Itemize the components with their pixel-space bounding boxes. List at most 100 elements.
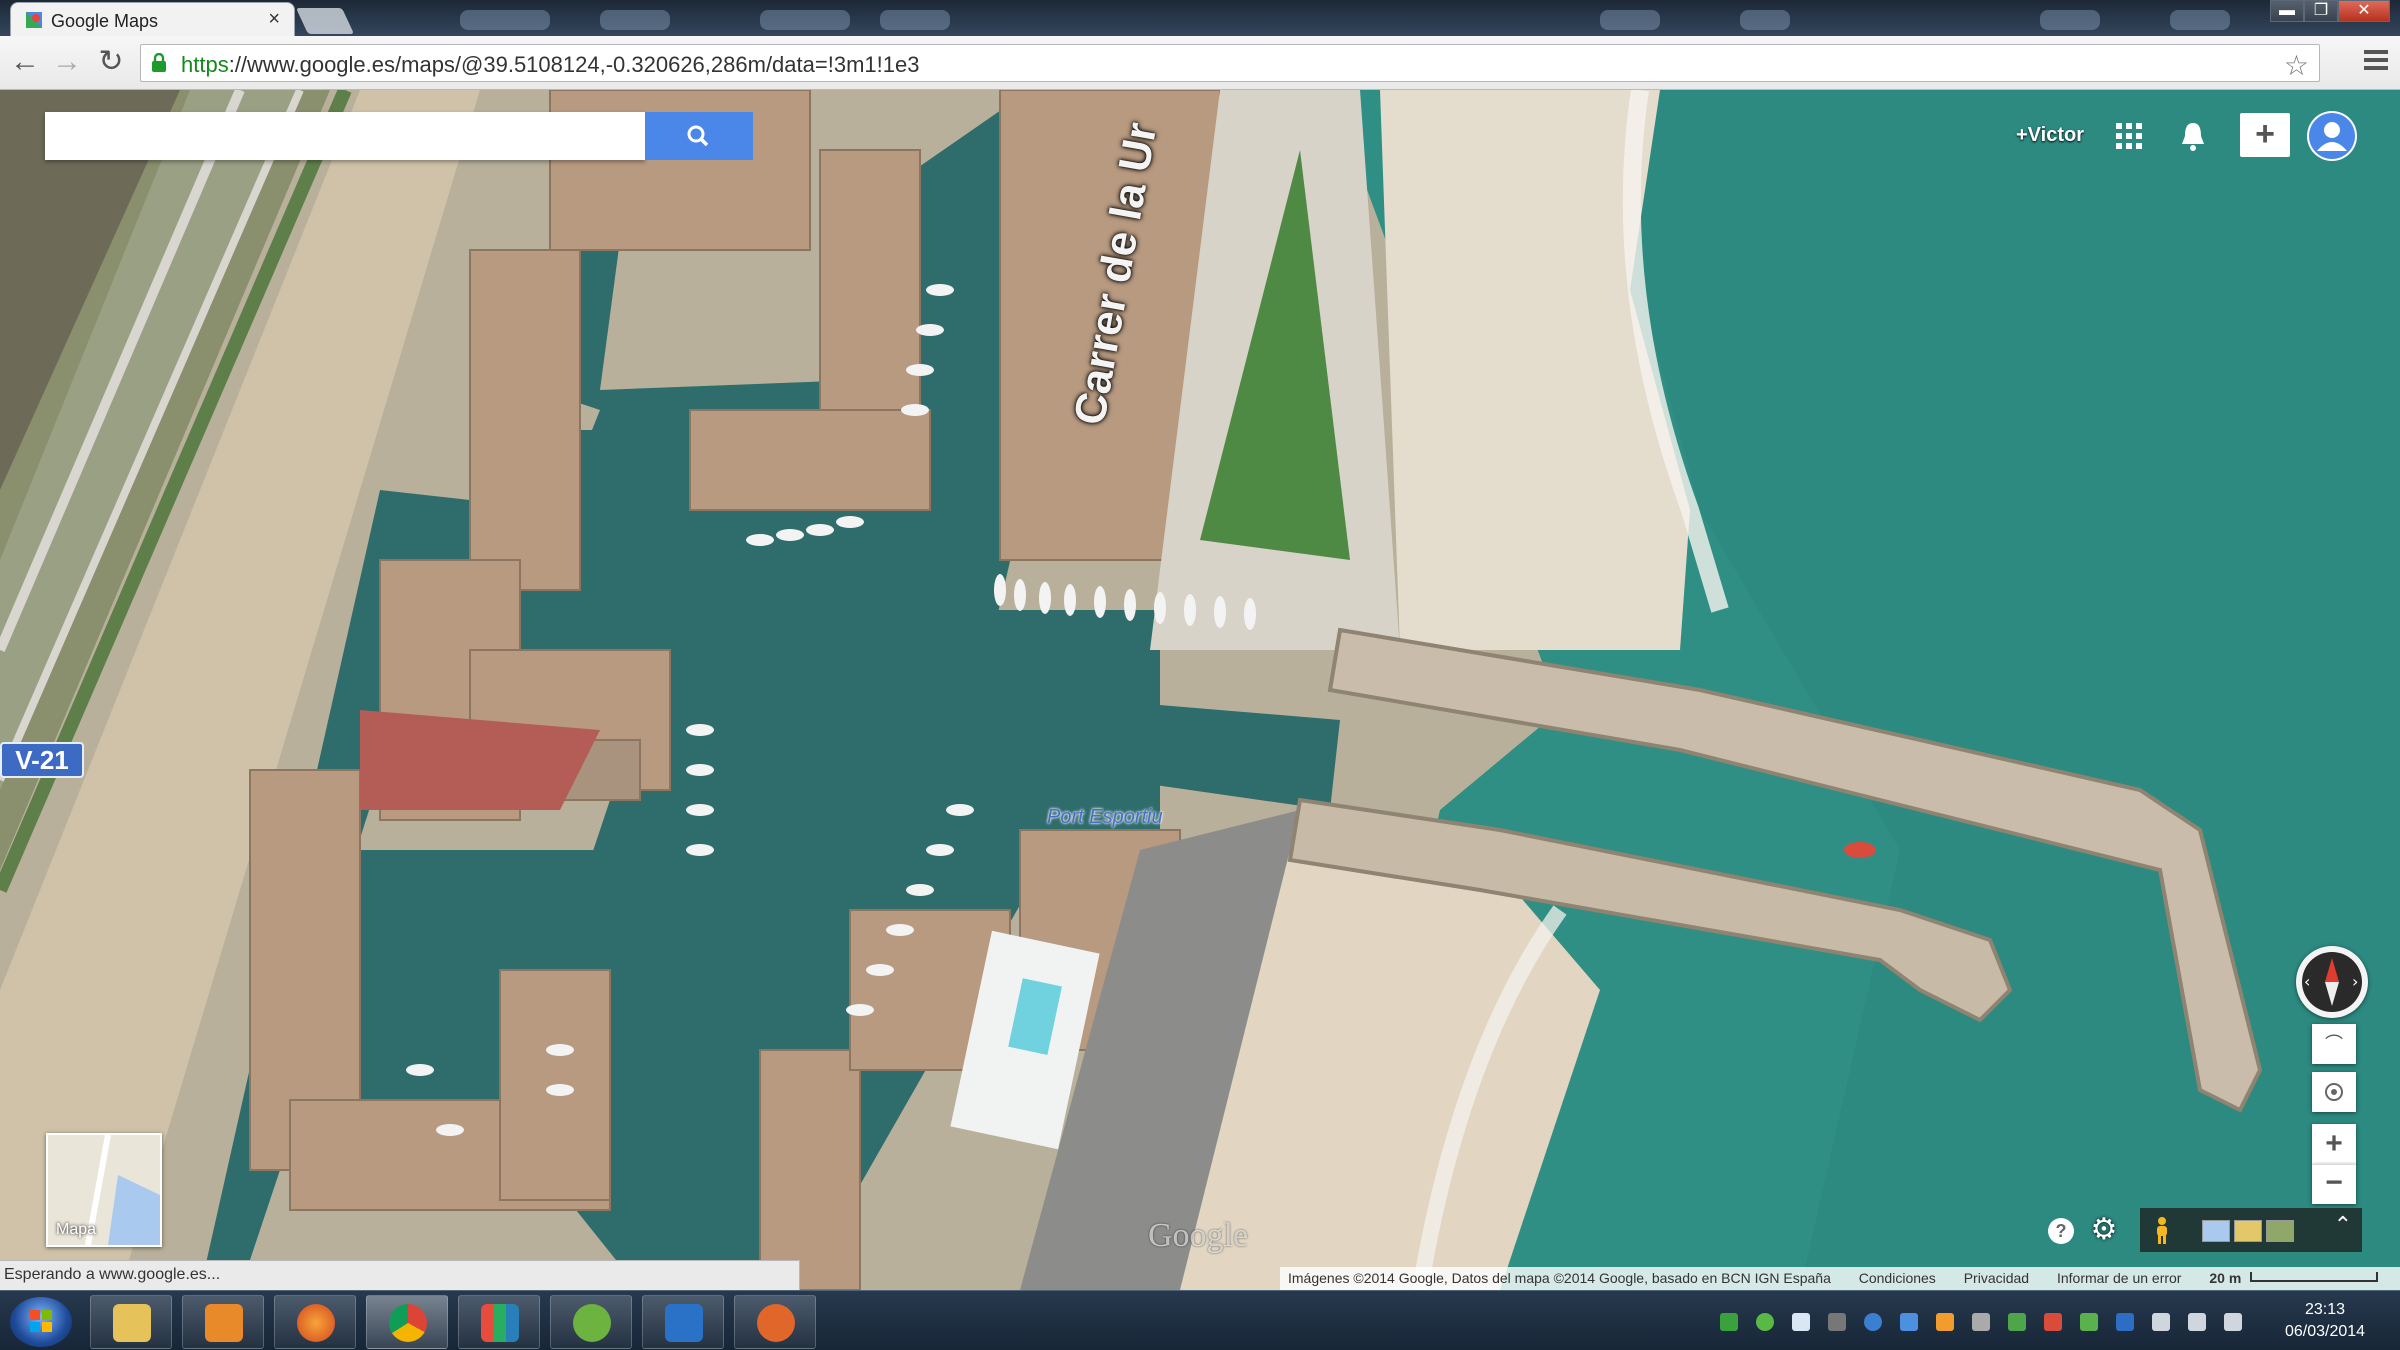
privacy-link[interactable]: Privacidad: [1964, 1270, 2029, 1286]
report-error-link[interactable]: Informar de un error: [2057, 1270, 2182, 1286]
taskbar-file-explorer[interactable]: [90, 1295, 172, 1349]
satellite-map[interactable]: +Victor + Carrer de la Ur Port Esportiu …: [0, 90, 2400, 1290]
background-tab[interactable]: [1740, 10, 1790, 30]
help-icon[interactable]: ?: [2048, 1218, 2074, 1244]
background-tab[interactable]: [460, 10, 550, 30]
forward-button[interactable]: →: [50, 46, 84, 80]
clock-date: 06/03/2014: [2284, 1323, 2366, 1340]
volume-icon[interactable]: [2188, 1313, 2206, 1331]
tray-app-icon[interactable]: [1792, 1313, 1810, 1331]
bookmark-star-icon[interactable]: ☆: [2284, 49, 2309, 82]
layer-switcher[interactable]: ⌃: [2140, 1208, 2362, 1252]
chrome-icon: [389, 1304, 427, 1342]
url-path: ://www.google.es/maps/@39.5108124,-0.320…: [228, 52, 920, 77]
taskbar-hand-app[interactable]: [734, 1295, 816, 1349]
avatar[interactable]: [2307, 111, 2357, 161]
map-attribution-bar: Imágenes ©2014 Google, Datos del mapa ©2…: [1280, 1267, 2400, 1290]
background-tab[interactable]: [760, 10, 850, 30]
zoom-in-button[interactable]: +: [2312, 1124, 2356, 1164]
search-input[interactable]: [45, 112, 645, 160]
compass-control[interactable]: ‹ ›: [2296, 946, 2368, 1018]
tab-google-maps[interactable]: Google Maps ×: [10, 2, 295, 36]
user-avatar-icon: [2309, 113, 2355, 159]
hand-app-icon: [757, 1304, 795, 1342]
taskbar-chrome[interactable]: [366, 1295, 448, 1349]
google-logo: Google: [1148, 1217, 1249, 1254]
expand-layers-icon[interactable]: ⌃: [2334, 1212, 2352, 1238]
account-name-link[interactable]: +Victor: [2016, 124, 2084, 147]
clock-time: 23:13: [2304, 1301, 2346, 1318]
new-tab-button[interactable]: [295, 8, 355, 34]
folder-icon: [113, 1304, 151, 1342]
firefox-icon: [297, 1304, 335, 1342]
lock-icon: [152, 53, 166, 72]
layer-thumb-earth[interactable]: [2266, 1220, 2294, 1242]
background-tab[interactable]: [600, 10, 670, 30]
taskbar-metro-apps[interactable]: [458, 1295, 540, 1349]
apps-grid-icon[interactable]: [2116, 123, 2142, 149]
port-label[interactable]: Port Esportiu: [1047, 806, 1163, 829]
system-tray: [1710, 1297, 2250, 1345]
minimap-label: Mapa: [56, 1221, 97, 1238]
close-window-button[interactable]: ✕: [2338, 0, 2390, 22]
status-bubble: Esperando a www.google.es...: [0, 1260, 800, 1290]
utorrent-icon: [573, 1304, 611, 1342]
tray-network-icon[interactable]: [1720, 1313, 1738, 1331]
tray-device-icon[interactable]: [1828, 1313, 1846, 1331]
tray-security-icon[interactable]: [1936, 1313, 1954, 1331]
search-box[interactable]: [45, 112, 645, 160]
maximize-button[interactable]: ❐: [2304, 0, 2338, 22]
window-controls: ▬ ❐ ✕: [2270, 0, 2390, 24]
notifications-bell-icon[interactable]: [2178, 120, 2208, 152]
browser-menu-icon[interactable]: [2364, 50, 2388, 74]
url-text: https://www.google.es/maps/@39.5108124,-…: [181, 52, 919, 78]
gear-icon[interactable]: ⚙: [2088, 1214, 2120, 1246]
taskbar-firefox[interactable]: [274, 1295, 356, 1349]
start-button[interactable]: [10, 1297, 72, 1347]
tray-wifi-icon[interactable]: [2152, 1313, 2170, 1331]
my-location-button[interactable]: [2312, 1072, 2356, 1112]
google-maps-favicon-icon: [26, 12, 42, 28]
scale-bar: [2250, 1272, 2378, 1282]
pegman-icon[interactable]: [2154, 1216, 2170, 1244]
taskbar-outlook[interactable]: [642, 1295, 724, 1349]
layer-thumb-terrain[interactable]: [2234, 1220, 2262, 1242]
search-icon: [687, 125, 709, 147]
taskbar-utorrent[interactable]: [550, 1295, 632, 1349]
background-tab[interactable]: [1600, 10, 1660, 30]
map-view-toggle[interactable]: Mapa: [46, 1133, 162, 1247]
taskbar-clock[interactable]: 23:13 06/03/2014: [2260, 1299, 2390, 1343]
tray-battery-icon[interactable]: [2008, 1313, 2026, 1331]
address-bar[interactable]: https://www.google.es/maps/@39.5108124,-…: [140, 44, 2320, 82]
minimize-button[interactable]: ▬: [2270, 0, 2304, 22]
tray-shield-icon[interactable]: [2080, 1313, 2098, 1331]
reload-button[interactable]: ↻: [94, 46, 128, 80]
flag-icon[interactable]: [2224, 1313, 2242, 1331]
tray-alert-icon[interactable]: [2044, 1313, 2062, 1331]
tray-sync-icon[interactable]: [1756, 1313, 1774, 1331]
imagery-attribution: Imágenes ©2014 Google, Datos del mapa ©2…: [1288, 1270, 1831, 1286]
background-tab[interactable]: [2040, 10, 2100, 30]
road-badge: V-21: [0, 742, 84, 778]
terms-link[interactable]: Condiciones: [1859, 1270, 1936, 1286]
windows-taskbar: 23:13 06/03/2014: [0, 1290, 2400, 1350]
back-button[interactable]: ←: [8, 46, 42, 80]
url-scheme: https: [181, 52, 229, 77]
share-plus-button[interactable]: +: [2240, 113, 2290, 157]
search-button[interactable]: [645, 112, 753, 160]
background-tab[interactable]: [880, 10, 950, 30]
apps-tiles-icon: [481, 1304, 519, 1342]
layer-thumb-map[interactable]: [2202, 1220, 2230, 1242]
tray-display-icon[interactable]: [1972, 1313, 1990, 1331]
zoom-out-button[interactable]: −: [2312, 1164, 2356, 1204]
tray-dropbox-icon[interactable]: [1900, 1313, 1918, 1331]
svg-text:‹: ‹: [2304, 972, 2310, 991]
taskbar-media-player[interactable]: [182, 1295, 264, 1349]
tab-title: Google Maps: [51, 11, 159, 31]
tilt-button[interactable]: ⌒: [2312, 1024, 2356, 1064]
bluetooth-icon[interactable]: [2116, 1313, 2134, 1331]
tray-skype-icon[interactable]: [1864, 1313, 1882, 1331]
background-tab[interactable]: [2170, 10, 2230, 30]
tab-close-icon[interactable]: ×: [268, 8, 280, 31]
windows-logo-icon: [30, 1310, 52, 1332]
